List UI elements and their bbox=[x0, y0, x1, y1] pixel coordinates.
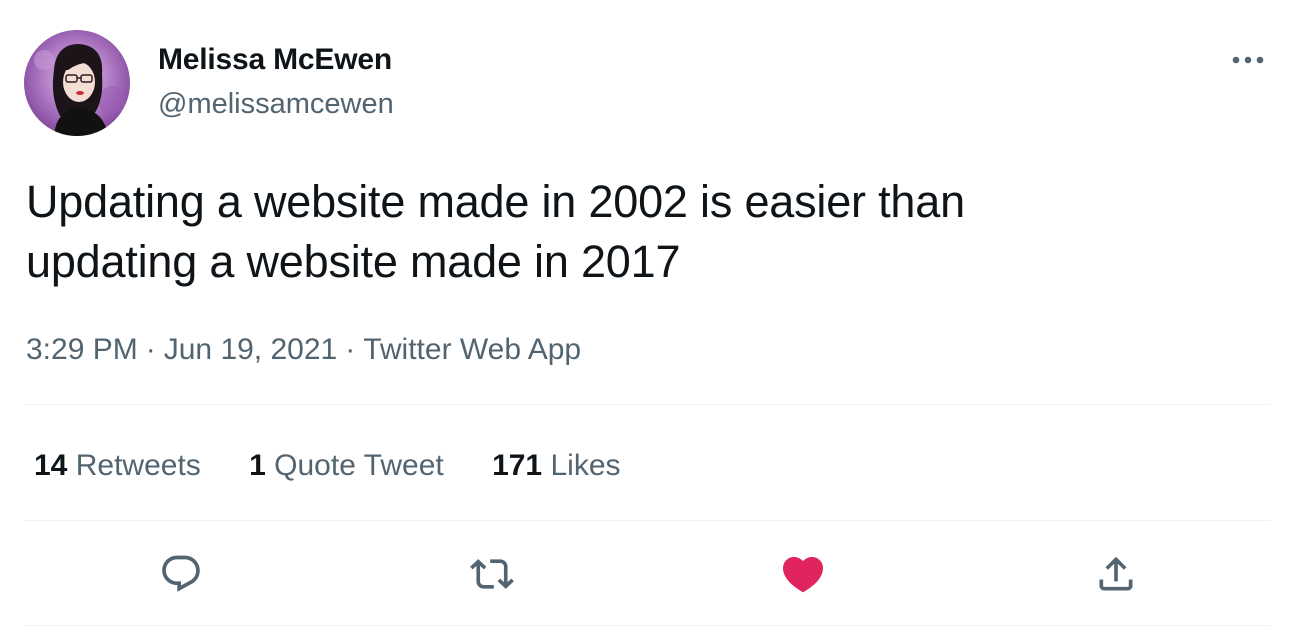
tweet-detail: Melissa McEwen @melissamcewen Updating a… bbox=[0, 0, 1310, 642]
author-handle[interactable]: @melissamcewen bbox=[158, 84, 394, 124]
likes-label: Likes bbox=[550, 449, 621, 482]
tweet-source[interactable]: Twitter Web App bbox=[363, 328, 581, 372]
retweet-button[interactable] bbox=[464, 546, 520, 602]
share-icon bbox=[1099, 556, 1133, 591]
tweet-time[interactable]: 3:29 PM bbox=[26, 328, 138, 372]
quote-tweets-count: 1 bbox=[249, 449, 266, 482]
more-horizontal-icon bbox=[1232, 56, 1264, 64]
likes-count: 171 bbox=[492, 449, 543, 482]
retweets-count: 14 bbox=[34, 449, 68, 482]
retweets-stat[interactable]: 14 Retweets bbox=[34, 444, 201, 488]
like-button[interactable] bbox=[775, 546, 831, 602]
tweet-actions bbox=[0, 546, 1310, 602]
meta-separator: · bbox=[345, 333, 356, 366]
tweet-meta: 3:29 PM · Jun 19, 2021 · Twitter Web App bbox=[26, 328, 581, 372]
avatar-image bbox=[24, 30, 130, 136]
retweets-label: Retweets bbox=[75, 449, 201, 482]
avatar[interactable] bbox=[24, 30, 130, 136]
divider bbox=[24, 404, 1270, 405]
quote-tweets-label: Quote Tweet bbox=[274, 449, 444, 482]
author-display-name[interactable]: Melissa McEwen bbox=[158, 40, 394, 80]
tweet-text: Updating a website made in 2002 is easie… bbox=[26, 172, 1276, 292]
likes-stat[interactable]: 171 Likes bbox=[492, 444, 620, 488]
divider bbox=[24, 520, 1270, 521]
tweet-text-line: updating a website made in 2017 bbox=[26, 236, 681, 287]
share-button[interactable] bbox=[1088, 546, 1144, 602]
reply-icon bbox=[162, 555, 200, 592]
tweet-author: Melissa McEwen @melissamcewen bbox=[158, 40, 394, 124]
meta-separator: · bbox=[145, 333, 156, 366]
quote-tweets-stat[interactable]: 1 Quote Tweet bbox=[249, 444, 444, 488]
heart-icon bbox=[782, 557, 824, 593]
tweet-text-line: Updating a website made in 2002 is easie… bbox=[26, 176, 965, 227]
more-options-button[interactable] bbox=[1224, 44, 1272, 76]
reply-button[interactable] bbox=[153, 546, 209, 602]
tweet-date[interactable]: Jun 19, 2021 bbox=[164, 328, 337, 372]
divider bbox=[24, 625, 1270, 626]
tweet-stats: 14 Retweets 1 Quote Tweet 171 Likes bbox=[34, 444, 661, 488]
retweet-icon bbox=[470, 559, 514, 589]
